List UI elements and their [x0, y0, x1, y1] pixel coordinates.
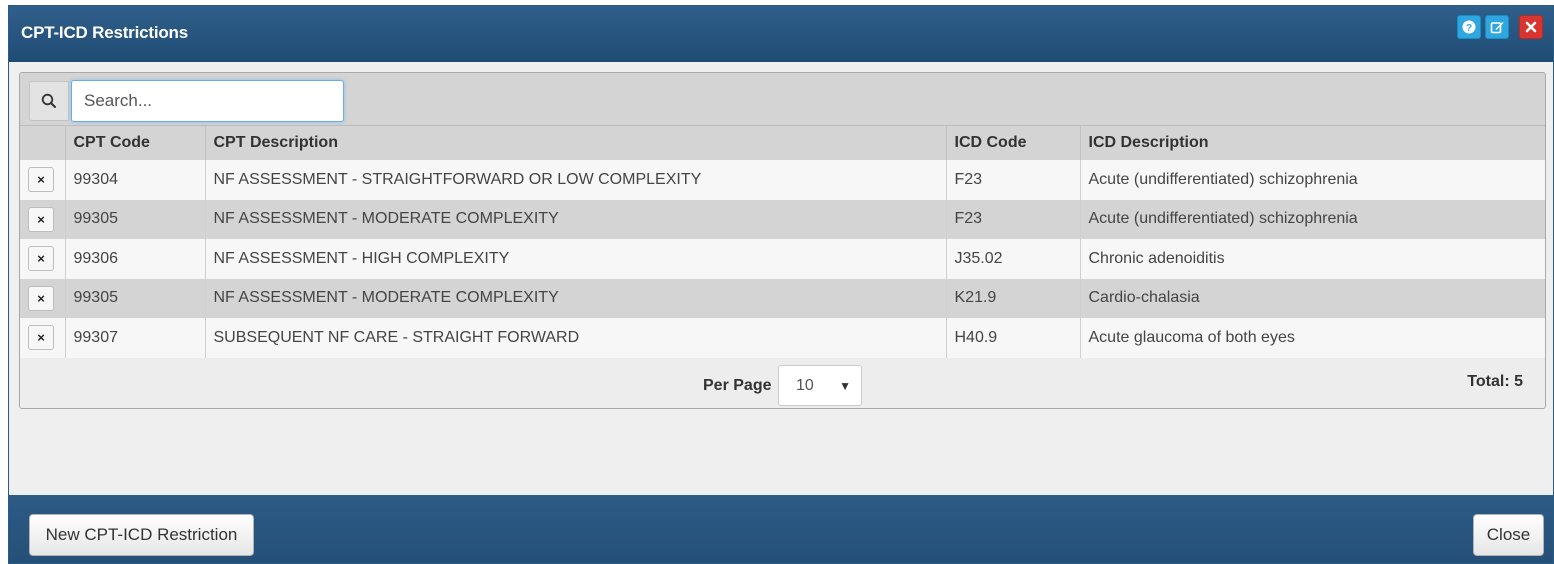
delete-row-button[interactable]: ×	[28, 325, 54, 351]
cpt-description-cell: NF ASSESSMENT - MODERATE COMPLEXITY	[204, 278, 946, 318]
edit-icon	[1490, 22, 1504, 34]
edit-button[interactable]	[1485, 15, 1509, 39]
table-row[interactable]: × 99304 NF ASSESSMENT - STRAIGHTFORWARD …	[20, 160, 1545, 200]
delete-icon: ×	[37, 290, 45, 306]
help-button[interactable]: ?	[1457, 15, 1481, 39]
icd-code-cell: J35.02	[945, 239, 1080, 279]
cpt-code-cell: 99307	[64, 318, 205, 358]
dialog-footer: New CPT-ICD Restriction Close	[9, 495, 1553, 563]
close-icon	[1525, 21, 1537, 33]
icd-code-cell: F23	[945, 160, 1080, 200]
icd-description-cell: Acute (undifferentiated) schizophrenia	[1079, 160, 1545, 200]
table-header-row: CPT Code CPT Description ICD Code ICD De…	[20, 126, 1545, 160]
cpt-code-cell: 99305	[64, 278, 205, 318]
table-row[interactable]: × 99306 NF ASSESSMENT - HIGH COMPLEXITY …	[20, 239, 1545, 279]
column-header-cpt-description[interactable]: CPT Description	[204, 126, 946, 160]
per-page-label: Per Page	[703, 377, 772, 394]
delete-row-button[interactable]: ×	[28, 206, 54, 232]
row-actions-cell: ×	[20, 318, 65, 358]
new-restriction-button[interactable]: New CPT-ICD Restriction	[29, 514, 254, 556]
delete-row-button[interactable]: ×	[28, 246, 54, 272]
delete-row-button[interactable]: ×	[28, 167, 54, 193]
cpt-code-cell: 99304	[64, 160, 205, 200]
delete-icon: ×	[37, 172, 45, 188]
delete-icon: ×	[37, 211, 45, 227]
icd-code-cell: F23	[945, 199, 1080, 239]
per-page-value: 10	[796, 376, 814, 394]
icd-description-cell: Acute (undifferentiated) schizophrenia	[1079, 199, 1545, 239]
title-buttons: ?	[1457, 15, 1543, 39]
dialog-close-button[interactable]	[1519, 15, 1543, 39]
table-row[interactable]: × 99307 SUBSEQUENT NF CARE - STRAIGHT FO…	[20, 318, 1545, 358]
row-actions-cell: ×	[20, 239, 65, 279]
icd-description-cell: Cardio-chalasia	[1079, 278, 1545, 318]
cpt-description-cell: NF ASSESSMENT - STRAIGHTFORWARD OR LOW C…	[204, 160, 946, 200]
cpt-description-cell: NF ASSESSMENT - MODERATE COMPLEXITY	[204, 199, 946, 239]
search-icon	[41, 93, 56, 108]
table-row[interactable]: × 99305 NF ASSESSMENT - MODERATE COMPLEX…	[20, 199, 1545, 239]
cpt-icd-restrictions-dialog: CPT-ICD Restrictions ? Search... CPT Cod…	[8, 5, 1554, 564]
search-button[interactable]	[29, 81, 69, 121]
column-header-cpt-code[interactable]: CPT Code	[64, 126, 205, 160]
svg-text:?: ?	[1466, 23, 1472, 34]
icd-code-cell: H40.9	[945, 318, 1080, 358]
cpt-description-cell: NF ASSESSMENT - HIGH COMPLEXITY	[204, 239, 946, 279]
dialog-title: CPT-ICD Restrictions	[21, 23, 188, 42]
cpt-code-cell: 99305	[64, 199, 205, 239]
icd-description-cell: Chronic adenoiditis	[1079, 239, 1545, 279]
total-count: Total: 5	[1467, 373, 1523, 390]
delete-icon: ×	[37, 251, 45, 267]
icd-code-cell: K21.9	[945, 278, 1080, 318]
pagination-bar: Per Page 10 ▼ Total: 5	[20, 358, 1545, 408]
dialog-titlebar: CPT-ICD Restrictions ?	[9, 6, 1553, 62]
row-actions-cell: ×	[20, 160, 65, 200]
search-bar	[20, 73, 1545, 126]
column-header-icd-code[interactable]: ICD Code	[945, 126, 1080, 160]
column-header-actions	[20, 126, 65, 160]
table-row[interactable]: × 99305 NF ASSESSMENT - MODERATE COMPLEX…	[20, 278, 1545, 318]
row-actions-cell: ×	[20, 199, 65, 239]
search-input[interactable]	[71, 80, 344, 122]
row-actions-cell: ×	[20, 278, 65, 318]
column-header-icd-description[interactable]: ICD Description	[1079, 126, 1545, 160]
per-page-select[interactable]: 10 ▼	[778, 365, 862, 406]
help-icon: ?	[1462, 20, 1476, 34]
restrictions-table: CPT Code CPT Description ICD Code ICD De…	[20, 126, 1545, 358]
icd-description-cell: Acute glaucoma of both eyes	[1079, 318, 1545, 358]
delete-row-button[interactable]: ×	[28, 285, 54, 311]
caret-down-icon: ▼	[839, 379, 851, 393]
restrictions-panel: CPT Code CPT Description ICD Code ICD De…	[19, 72, 1546, 409]
cpt-description-cell: SUBSEQUENT NF CARE - STRAIGHT FORWARD	[204, 318, 946, 358]
close-button[interactable]: Close	[1473, 514, 1544, 556]
delete-icon: ×	[37, 330, 45, 346]
cpt-code-cell: 99306	[64, 239, 205, 279]
